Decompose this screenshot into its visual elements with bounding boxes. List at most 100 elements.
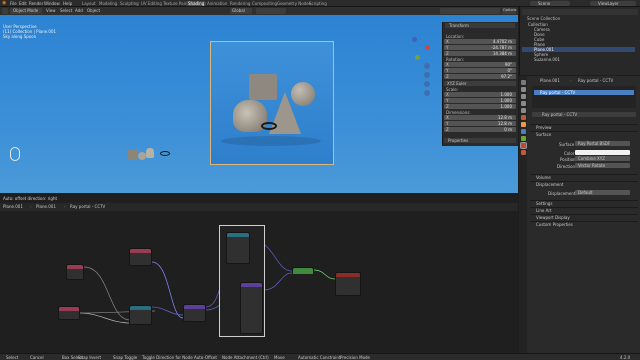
- render-tab-icon[interactable]: [521, 87, 526, 92]
- rotation-z-field[interactable]: Z 97.2°: [444, 74, 516, 79]
- menu-object[interactable]: Object: [87, 9, 100, 13]
- tab-animation[interactable]: Animation: [205, 1, 229, 6]
- node-ray-portal-bsdf[interactable]: [292, 267, 314, 274]
- node-texture-coordinate[interactable]: [66, 264, 84, 280]
- section-preview[interactable]: Preview: [530, 124, 638, 130]
- location-z-field[interactable]: Z 14.384 m: [444, 51, 516, 56]
- rotation-y-field[interactable]: Y 0°: [444, 68, 516, 73]
- gizmo-x-icon[interactable]: [425, 45, 430, 50]
- section-settings[interactable]: Settings: [530, 200, 638, 206]
- tool-tab-icon[interactable]: [521, 80, 526, 85]
- dimensions-x-field[interactable]: X 12.8 m: [444, 115, 516, 120]
- scale-y-field[interactable]: Y 1.000: [444, 98, 516, 103]
- world-tab-icon[interactable]: [521, 115, 526, 120]
- snap-controls[interactable]: [256, 8, 286, 14]
- menu-help[interactable]: Help: [63, 2, 72, 6]
- visibility-eye-icons[interactable]: [627, 23, 630, 61]
- node-material-output[interactable]: [335, 272, 361, 296]
- section-displacement[interactable]: Displacement: [530, 181, 638, 187]
- node-math[interactable]: [129, 248, 152, 266]
- node-vector-rotate[interactable]: [240, 282, 263, 334]
- menu-select[interactable]: Select: [60, 9, 72, 13]
- scale-z-field[interactable]: Z 1.000: [444, 104, 516, 109]
- section-viewport-display[interactable]: Viewport Display: [530, 214, 638, 220]
- rotation-x-field[interactable]: X 90°: [444, 62, 516, 67]
- material-slot-row[interactable]: Ray portal - CCTV: [534, 90, 634, 95]
- mode-selector[interactable]: Object Mode: [10, 8, 42, 14]
- color-label: Color: [564, 151, 575, 156]
- tab-sculpting[interactable]: Sculpting: [118, 1, 141, 6]
- status-snap-invert: Snap Invert: [78, 355, 102, 360]
- small-torus[interactable]: [160, 151, 170, 156]
- transform-panel-header[interactable]: Transform: [445, 23, 515, 28]
- options-button[interactable]: Options: [502, 8, 517, 14]
- tab-layout[interactable]: Layout: [80, 1, 98, 6]
- output-tab-icon[interactable]: [521, 94, 526, 99]
- view-layer-name: ViewLayer: [598, 1, 619, 6]
- properties-panel-header[interactable]: Properties: [444, 138, 516, 143]
- tab-shading[interactable]: Shading: [186, 1, 207, 6]
- orientation-selector[interactable]: Global: [230, 8, 252, 14]
- dark-torus[interactable]: [261, 122, 277, 130]
- menu-window[interactable]: Window: [44, 2, 60, 6]
- dimensions-z-field[interactable]: Z0 m: [444, 127, 516, 132]
- node-separate-xyz[interactable]: [226, 232, 250, 264]
- menu-add[interactable]: Add: [75, 9, 83, 13]
- section-surface[interactable]: Surface: [530, 131, 638, 137]
- menu-view[interactable]: View: [46, 9, 56, 13]
- blender-logo-icon[interactable]: ◉: [2, 1, 7, 6]
- location-y-field[interactable]: Y -24.787 m: [444, 45, 516, 50]
- menu-render[interactable]: Render: [29, 2, 43, 6]
- small-cube[interactable]: [128, 150, 138, 160]
- gizmo-z-icon[interactable]: [412, 37, 417, 42]
- menu-file[interactable]: File: [10, 2, 17, 6]
- small-suzanne[interactable]: [146, 148, 154, 158]
- menu-edit[interactable]: Edit: [19, 2, 27, 6]
- material-selector[interactable]: Ray portal - CCTV: [532, 112, 636, 117]
- status-node-attachment: Node Attachment (Ctrl): [222, 355, 269, 360]
- scale-x-field[interactable]: X 1.000: [444, 92, 516, 97]
- material-tab-icon[interactable]: [520, 142, 527, 149]
- rotation-mode-dropdown[interactable]: XYZ Euler: [444, 81, 516, 86]
- node-vector-math[interactable]: [183, 304, 206, 322]
- section-custom-properties[interactable]: Custom Properties: [530, 221, 638, 227]
- viewport-info-3: Sky along Spoon: [3, 34, 37, 39]
- direction-field[interactable]: Vector Rotate: [575, 163, 630, 168]
- material-name-header: Ray portal - CCTV: [578, 78, 614, 83]
- node-value[interactable]: [58, 306, 80, 320]
- perspective-toggle-icon[interactable]: [424, 90, 430, 96]
- editor-type-icon[interactable]: [2, 8, 8, 14]
- position-field[interactable]: Combine XYZ: [575, 156, 630, 161]
- data-tab-icon[interactable]: [521, 136, 526, 141]
- node-combine-xyz[interactable]: [129, 305, 152, 325]
- texture-tab-icon[interactable]: [521, 150, 526, 155]
- camera-view-icon[interactable]: [424, 81, 430, 87]
- view-layer-selector[interactable]: ViewLayer: [590, 1, 636, 6]
- tab-modeling[interactable]: Modeling: [97, 1, 119, 6]
- view-layer-tab-icon[interactable]: [521, 101, 526, 106]
- location-x-field[interactable]: X 4.4702 m: [444, 39, 516, 44]
- displacement-field[interactable]: Default: [575, 190, 630, 195]
- scene-tab-icon[interactable]: [521, 108, 526, 113]
- camera-frame[interactable]: [210, 41, 334, 165]
- object-tab-icon[interactable]: [521, 122, 526, 127]
- color-swatch[interactable]: [575, 150, 630, 155]
- direction-label: Direction: [557, 164, 576, 169]
- scene-selector[interactable]: Scene: [530, 1, 570, 6]
- dimensions-y-field[interactable]: Y 12.8 m: [444, 121, 516, 126]
- section-line-art[interactable]: Line Art: [530, 207, 638, 213]
- surface-label: Surface: [559, 142, 575, 147]
- gizmo-y-icon[interactable]: [415, 55, 420, 60]
- small-sphere[interactable]: [138, 152, 146, 160]
- pan-icon[interactable]: [424, 72, 430, 78]
- surface-shader-field[interactable]: Ray Portal BSDF: [575, 141, 630, 146]
- outliner-row-suzanne-001[interactable]: Suzanne.001: [522, 57, 635, 62]
- shading-controls[interactable]: [440, 8, 500, 14]
- tab-rendering[interactable]: Rendering: [228, 1, 252, 6]
- material-slot-list[interactable]: Ray portal - CCTV: [532, 86, 636, 108]
- object-name: Plane.001: [540, 78, 560, 83]
- modifier-tab-icon[interactable]: [521, 129, 526, 134]
- tab-scripting[interactable]: Scripting: [307, 1, 329, 6]
- section-volume[interactable]: Volume: [530, 174, 638, 180]
- zoom-icon[interactable]: [424, 63, 430, 69]
